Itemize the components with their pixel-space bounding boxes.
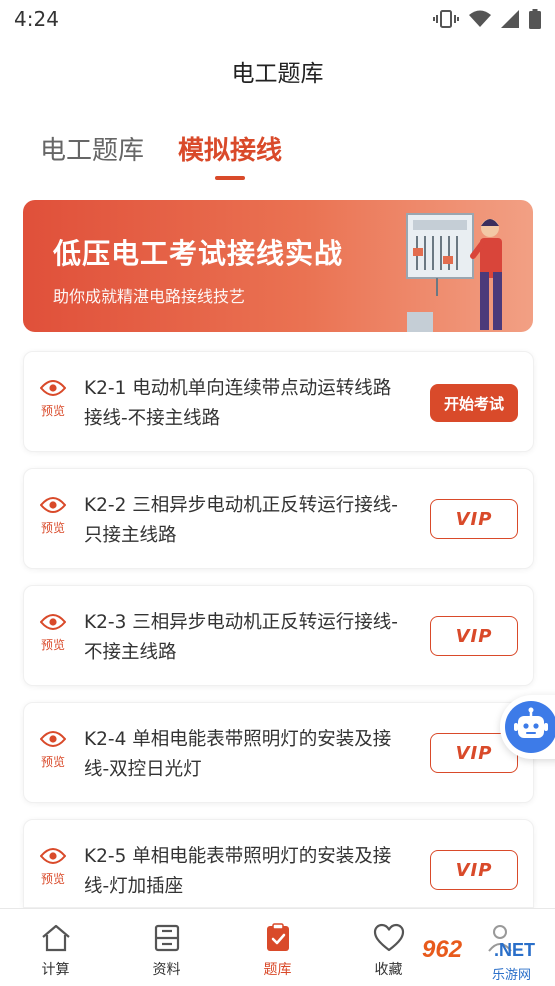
preview-label: 预览: [40, 755, 65, 769]
watermark-brand: 962: [422, 936, 463, 963]
list-item[interactable]: 预览 K2-4 单相电能表带照明灯的安装及接线-双控日光灯 VIP: [23, 702, 534, 803]
item-title: K2-4 单相电能表带照明灯的安装及接线-双控日光灯: [84, 729, 392, 780]
wifi-icon: [469, 10, 491, 28]
item-title: K2-1 电动机单向连续带点动运转线路接线-不接主线路: [84, 378, 392, 429]
tab-question-bank[interactable]: 电工题库: [40, 104, 144, 167]
start-exam-button[interactable]: 开始考试: [430, 384, 518, 422]
nav-label: 收藏: [374, 962, 403, 978]
nav-item-materials[interactable]: 资料: [111, 909, 222, 986]
eye-icon: [40, 848, 66, 864]
battery-icon: [529, 9, 541, 29]
page-title: 电工题库: [231, 61, 324, 87]
list-item[interactable]: 预览 K2-3 三相异步电动机正反转运行接线-不接主线路 VIP: [23, 585, 534, 686]
item-title: K2-2 三相异步电动机正反转运行接线-只接主线路: [84, 495, 398, 546]
promo-banner[interactable]: 低压电工考试接线实战 助你成就精湛电路接线技艺: [23, 200, 533, 332]
status-icons: [433, 9, 541, 29]
watermark-domain: .NET: [494, 940, 536, 960]
eye-icon: [40, 731, 66, 747]
list-item[interactable]: 预览 K2-5 单相电能表带照明灯的安装及接线-灯加插座 VIP: [23, 819, 534, 908]
electrician-illustration: [406, 213, 502, 332]
list-item[interactable]: 预览 K2-1 电动机单向连续带点动运转线路接线-不接主线路 开始考试: [23, 351, 534, 452]
home-icon: [41, 924, 70, 952]
preview-label: 预览: [40, 521, 65, 535]
tab-question-bank-label: 电工题库: [40, 136, 145, 166]
heart-icon: [373, 923, 404, 952]
nav-label: 计算: [41, 962, 70, 978]
tab-wiring-simulation-label: 模拟接线: [178, 136, 283, 166]
vip-button[interactable]: VIP: [430, 850, 518, 890]
tab-bar: 电工题库 模拟接线: [0, 104, 555, 190]
eye-icon: [40, 497, 66, 513]
list-item[interactable]: 预览 K2-2 三相异步电动机正反转运行接线-只接主线路 VIP: [23, 468, 534, 569]
banner-subtitle: 助你成就精湛电路接线技艺: [53, 287, 246, 306]
book-icon: [154, 924, 179, 952]
eye-icon: [40, 380, 66, 396]
vibrate-icon: [433, 9, 459, 29]
clipboard-check-icon: [266, 923, 289, 951]
vip-button[interactable]: VIP: [430, 499, 518, 539]
preview-button[interactable]: 预览: [38, 380, 68, 419]
header: 电工题库: [0, 38, 555, 104]
eye-icon: [40, 614, 66, 630]
preview-button[interactable]: 预览: [38, 731, 68, 770]
nav-label: 资料: [152, 962, 181, 978]
item-title: K2-5 单相电能表带照明灯的安装及接线-灯加插座: [84, 846, 392, 897]
nav-item-calculate[interactable]: 计算: [0, 909, 111, 986]
item-title: K2-3 三相异步电动机正反转运行接线-不接主线路: [84, 612, 398, 663]
signal-icon: [501, 10, 519, 28]
robot-icon: [505, 701, 555, 753]
preview-button[interactable]: 预览: [38, 497, 68, 536]
vip-button[interactable]: VIP: [430, 616, 518, 656]
preview-label: 预览: [40, 404, 65, 418]
preview-label: 预览: [40, 638, 65, 652]
active-tab-indicator: [215, 176, 246, 180]
status-bar: 4:24: [0, 0, 555, 38]
preview-button[interactable]: 预览: [38, 848, 68, 887]
tab-wiring-simulation[interactable]: 模拟接线: [178, 104, 283, 180]
preview-button[interactable]: 预览: [38, 614, 68, 653]
assistant-fab[interactable]: [500, 695, 555, 759]
preview-label: 预览: [40, 872, 65, 886]
nav-item-question-bank[interactable]: 题库: [222, 909, 333, 986]
nav-label: 题库: [263, 962, 292, 978]
status-time: 4:24: [14, 7, 59, 31]
banner-title: 低压电工考试接线实战: [53, 237, 344, 270]
watermark-subtitle: 乐游网: [492, 968, 532, 983]
site-watermark: 962 .NET 乐游网: [418, 934, 555, 986]
